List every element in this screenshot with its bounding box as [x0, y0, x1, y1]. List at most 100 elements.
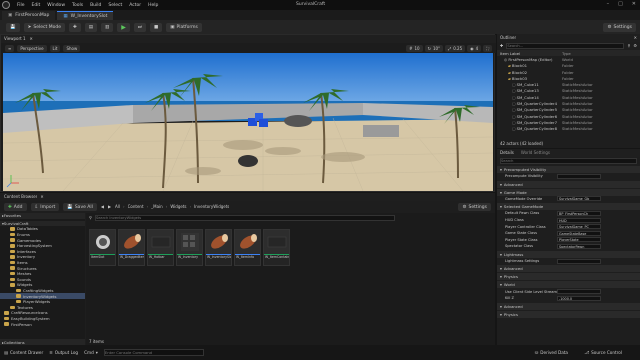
- import-button[interactable]: ⇩ Import: [30, 203, 60, 211]
- asset-tile[interactable]: W_ItemInfo: [234, 229, 261, 266]
- favorites-header[interactable]: ▸ Favorites: [0, 213, 85, 219]
- forward-icon[interactable]: ▶: [108, 204, 111, 210]
- column-item-label[interactable]: Item Label: [500, 51, 562, 56]
- breadcrumb-item[interactable]: Content: [128, 204, 144, 210]
- close-icon[interactable]: ✕: [30, 36, 33, 42]
- property-value[interactable]: SpectatorPawn: [557, 243, 601, 249]
- filter-icon[interactable]: ⚲: [89, 215, 92, 221]
- menu-edit[interactable]: Edit: [32, 3, 41, 8]
- menu-file[interactable]: File: [17, 3, 25, 8]
- platforms-button[interactable]: ▣ Platforms: [166, 22, 202, 32]
- gear-icon: ⚙: [462, 204, 467, 210]
- details-section-header[interactable]: ▾ Advanced: [497, 180, 640, 188]
- asset-search-input[interactable]: [94, 214, 395, 221]
- add-icon[interactable]: ✚: [500, 43, 503, 49]
- cmd-selector[interactable]: Cmd ▾: [84, 350, 98, 355]
- property-value[interactable]: GameStateBase: [557, 230, 601, 236]
- outliner-search-input[interactable]: [506, 43, 625, 49]
- output-log-button[interactable]: ≡ Output Log: [49, 350, 78, 355]
- tab-w-inventoryslot[interactable]: ▦ W_InventorySlot: [57, 11, 114, 20]
- menu-window[interactable]: Window: [47, 3, 65, 8]
- property-value[interactable]: [557, 258, 601, 264]
- content-browser-title[interactable]: Content Browser: [4, 194, 37, 200]
- property-value[interactable]: [557, 173, 601, 179]
- back-icon[interactable]: ◀: [101, 204, 104, 210]
- minimize-icon[interactable]: –: [607, 1, 610, 7]
- column-type[interactable]: Type: [562, 51, 602, 56]
- property-value[interactable]: SurvivalGame_Gb: [557, 196, 601, 202]
- save-all-button[interactable]: 💾 Save All: [63, 203, 97, 211]
- browser-settings-button[interactable]: ⚙ Settings: [458, 203, 491, 211]
- console-command-input[interactable]: [103, 349, 204, 356]
- show-button[interactable]: Show: [63, 44, 81, 52]
- menu-actor[interactable]: Actor: [129, 3, 141, 8]
- asset-tile[interactable]: W_InventorySlot: [205, 229, 232, 266]
- maximize-viewport-button[interactable]: ⛶: [483, 44, 492, 52]
- source-control-button[interactable]: ⎇ Source Control: [584, 350, 622, 355]
- content-drawer-button[interactable]: ▤ Content Drawer: [4, 350, 43, 355]
- filter-icon[interactable]: ⚲: [627, 43, 630, 49]
- blueprint-button[interactable]: ▤: [84, 22, 98, 32]
- details-section-header[interactable]: ▾ Physics: [497, 273, 640, 281]
- property-value[interactable]: [557, 289, 601, 295]
- property-value[interactable]: PlayerState: [557, 237, 601, 243]
- stop-button[interactable]: ■: [149, 22, 163, 32]
- outliner-title[interactable]: Outliner: [500, 35, 516, 41]
- settings-button[interactable]: ⚙ Settings: [603, 22, 636, 32]
- close-icon[interactable]: ✕: [40, 194, 43, 200]
- menu-tools[interactable]: Tools: [72, 3, 83, 8]
- rotation-snap-button[interactable]: ↻ 10°: [424, 44, 444, 52]
- property-value[interactable]: SurvivalGame_PC: [557, 224, 601, 230]
- details-section-header[interactable]: ▾ Game Mode: [497, 188, 640, 196]
- details-section-header[interactable]: ▾ Lightmass: [497, 250, 640, 258]
- play-button[interactable]: ▶: [117, 22, 130, 32]
- tab-details[interactable]: Details: [500, 150, 514, 156]
- select-mode-button[interactable]: ➤ Select Mode: [23, 22, 65, 32]
- outliner-row[interactable]: ▢SM_QuarterCylinder8 StaticMeshActor: [497, 126, 640, 132]
- details-section-header[interactable]: ▾ Physics: [497, 310, 640, 318]
- close-icon[interactable]: ✕: [632, 1, 636, 7]
- menu-select[interactable]: Select: [108, 3, 122, 8]
- grid-snap-button[interactable]: #10: [406, 44, 423, 52]
- cinematics-button[interactable]: ▥: [101, 22, 114, 32]
- tab-world-settings[interactable]: World Settings: [521, 150, 550, 156]
- details-search-input[interactable]: [500, 158, 637, 164]
- unreal-logo-icon[interactable]: [2, 1, 10, 9]
- add-actor-button[interactable]: ✚: [68, 22, 81, 32]
- add-button[interactable]: ✚ Add: [4, 203, 27, 211]
- camera-speed-button[interactable]: ◉ 4: [467, 44, 482, 52]
- breadcrumb-item[interactable]: Widgets: [170, 204, 186, 210]
- maximize-icon[interactable]: □: [618, 1, 623, 7]
- level-scene-render[interactable]: [3, 53, 493, 191]
- menu-build[interactable]: Build: [90, 3, 101, 8]
- asset-tile[interactable]: W_Hotbar: [147, 229, 174, 266]
- menu-help[interactable]: Help: [148, 3, 158, 8]
- lit-button[interactable]: Lit: [49, 44, 61, 52]
- settings-icon[interactable]: ⚙: [633, 43, 637, 49]
- asset-tile[interactable]: W_DraggedItem: [118, 229, 145, 266]
- asset-tile[interactable]: W_ItemContainerGrid: [263, 229, 290, 266]
- scale-snap-button[interactable]: ⤢ 0.25: [445, 44, 466, 52]
- breadcrumb-item[interactable]: All: [115, 204, 120, 210]
- details-section-header[interactable]: ▾ Selected GameMode: [497, 203, 640, 211]
- breadcrumb-item[interactable]: InventoryWidgets: [194, 204, 229, 210]
- viewport-title[interactable]: Viewport 1: [4, 36, 26, 42]
- close-icon[interactable]: ✕: [634, 35, 637, 41]
- save-current-button[interactable]: 💾: [6, 22, 20, 32]
- details-section-header[interactable]: ▾ Precomputed Visibility: [497, 166, 640, 173]
- asset-tile[interactable]: W_Inventory: [176, 229, 203, 266]
- details-section-header[interactable]: ▾ World: [497, 281, 640, 289]
- property-value[interactable]: HUD: [557, 217, 601, 223]
- perspective-button[interactable]: Perspective: [17, 44, 47, 52]
- asset-tile[interactable]: ItemSlot: [89, 229, 116, 266]
- property-value[interactable]: BP_FirstPersonCh: [557, 210, 601, 216]
- property-value[interactable]: -1000.0: [557, 295, 601, 301]
- simulate-button[interactable]: ⏭: [133, 22, 146, 32]
- details-section-header[interactable]: ▾ Advanced: [497, 265, 640, 273]
- tab-firstpersonmap[interactable]: ▣ FirstPersonMap: [2, 11, 56, 20]
- breadcrumb-item[interactable]: _Main: [151, 204, 163, 210]
- derived-data-button[interactable]: ⛁ Derived Data: [535, 350, 568, 355]
- folder-tree-item[interactable]: FirstPerson: [0, 321, 85, 327]
- details-section-header[interactable]: ▾ Advanced: [497, 302, 640, 310]
- viewport-menu-button[interactable]: ≡: [5, 44, 15, 52]
